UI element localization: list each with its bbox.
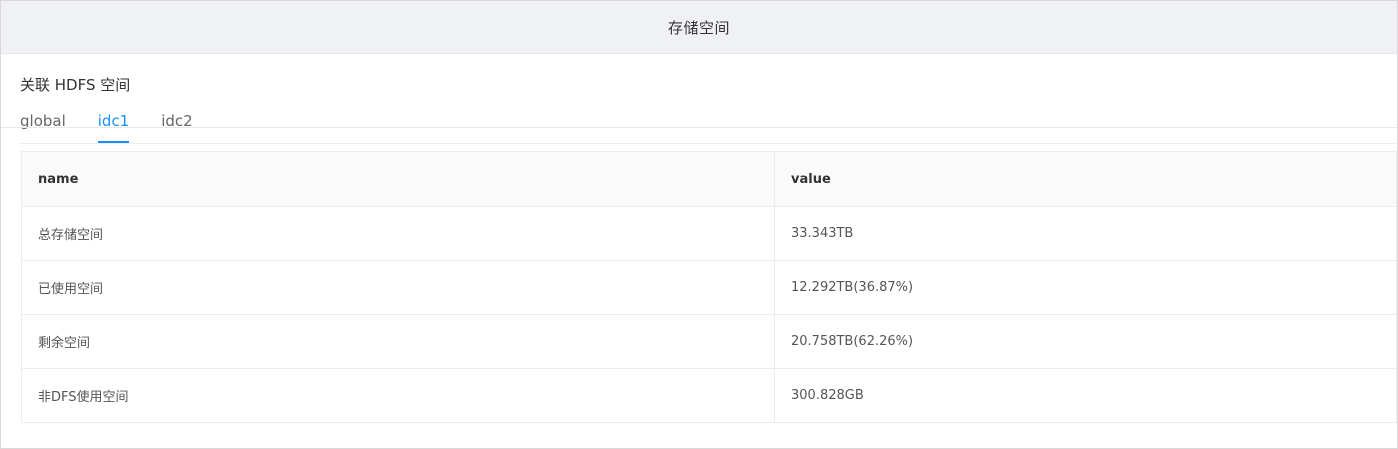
card-header: 存储空间 — [1, 1, 1397, 54]
table-cell-value: 20.758TB(62.26%) — [774, 314, 1397, 369]
table-cell-name: 非DFS使用空间 — [21, 368, 775, 423]
storage-card: 存储空间 关联 HDFS 空间 global idc1 idc2 name va… — [0, 0, 1398, 449]
column-header-name[interactable]: name — [21, 151, 775, 207]
table-row: 剩余空间 20.758TB(62.26%) — [21, 314, 1397, 369]
tab-bar-underline — [1, 127, 1397, 128]
table-row: 非DFS使用空间 300.828GB — [21, 368, 1397, 423]
tab-idc1[interactable]: idc1 — [97, 109, 130, 143]
table-row: 总存储空间 33.343TB — [21, 206, 1397, 261]
table-row: 已使用空间 12.292TB(36.87%) — [21, 260, 1397, 315]
column-header-value[interactable]: value — [774, 151, 1397, 207]
table-cell-value: 12.292TB(36.87%) — [774, 260, 1397, 315]
divider — [20, 143, 1397, 144]
storage-table: name value 总存储空间 33.343TB 已使用空间 12.292TB… — [21, 151, 1397, 423]
section-title: 关联 HDFS 空间 — [20, 76, 131, 94]
table-cell-name: 剩余空间 — [21, 314, 775, 369]
table-cell-value: 300.828GB — [774, 368, 1397, 423]
table-header-row: name value — [21, 151, 1397, 207]
card-title: 存储空间 — [667, 18, 730, 37]
table-cell-name: 已使用空间 — [21, 260, 775, 315]
table-cell-value: 33.343TB — [774, 206, 1397, 261]
table-cell-name: 总存储空间 — [21, 206, 775, 261]
tab-global[interactable]: global — [20, 109, 66, 143]
tab-idc2[interactable]: idc2 — [161, 109, 192, 143]
